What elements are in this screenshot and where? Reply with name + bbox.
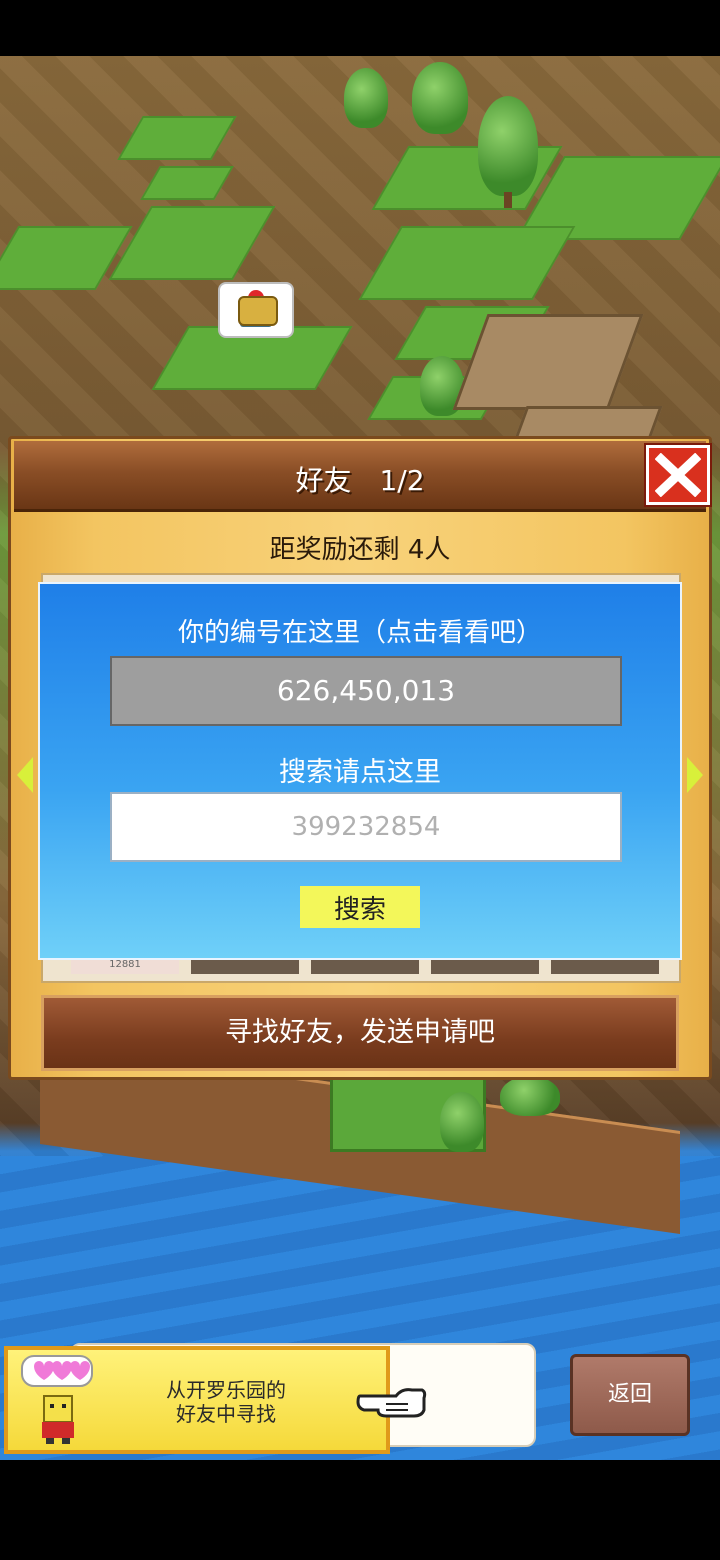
tree-trunk <box>504 192 512 208</box>
tree <box>478 96 538 196</box>
friend-slot[interactable]: 12881 <box>71 958 179 974</box>
friend-slot[interactable] <box>191 958 299 974</box>
friend-slot[interactable] <box>431 958 539 974</box>
kairo-park-friends-button[interactable]: 从开罗乐园的 好友中寻找 <box>4 1346 390 1454</box>
kairo-friends-label-line1: 从开罗乐园的 <box>166 1378 286 1402</box>
grass-tile <box>140 166 234 200</box>
friend-slot[interactable] <box>551 958 659 974</box>
friend-id-search-input[interactable] <box>110 792 622 862</box>
livestock-pen[interactable] <box>452 314 644 410</box>
lock-icon[interactable] <box>238 296 278 326</box>
friend-slot[interactable] <box>311 958 419 974</box>
grass-tile <box>358 226 576 300</box>
player-id-display[interactable]: 626,450,013 <box>110 656 622 726</box>
pointing-hand-icon <box>356 1388 427 1418</box>
friend-id-panel: 你的编号在这里（点击看看吧） 626,450,013 搜索请点这里 搜索 <box>38 582 682 960</box>
tree <box>500 1076 560 1116</box>
close-button[interactable] <box>644 443 712 507</box>
find-friends-button[interactable]: 寻找好友，发送申请吧 <box>41 995 679 1071</box>
search-button[interactable]: 搜索 <box>300 886 420 928</box>
search-caption: 搜索请点这里 <box>279 757 441 788</box>
close-icon <box>655 453 701 497</box>
kairo-friends-label-line2: 好友中寻找 <box>176 1402 276 1426</box>
grass-tile <box>0 226 133 290</box>
tree <box>344 68 388 128</box>
dialog-header: 好友 1/2 <box>14 441 712 512</box>
reward-progress-text: 距奖励还剩 4人 <box>269 535 451 565</box>
prev-page-arrow-icon[interactable] <box>17 757 33 793</box>
tree <box>440 1092 484 1152</box>
grass-tile <box>108 206 276 280</box>
tree <box>412 62 468 134</box>
kairo-mascot-icon <box>21 1355 93 1444</box>
dialog-title: 好友 1/2 <box>295 464 425 497</box>
kairo-friends-label: 从开罗乐园的 好友中寻找 <box>126 1378 326 1426</box>
grass-tile <box>117 116 237 160</box>
id-caption: 你的编号在这里（点击看看吧） <box>177 618 542 648</box>
next-page-arrow-icon[interactable] <box>687 757 703 793</box>
back-button[interactable]: 返回 <box>570 1354 690 1436</box>
